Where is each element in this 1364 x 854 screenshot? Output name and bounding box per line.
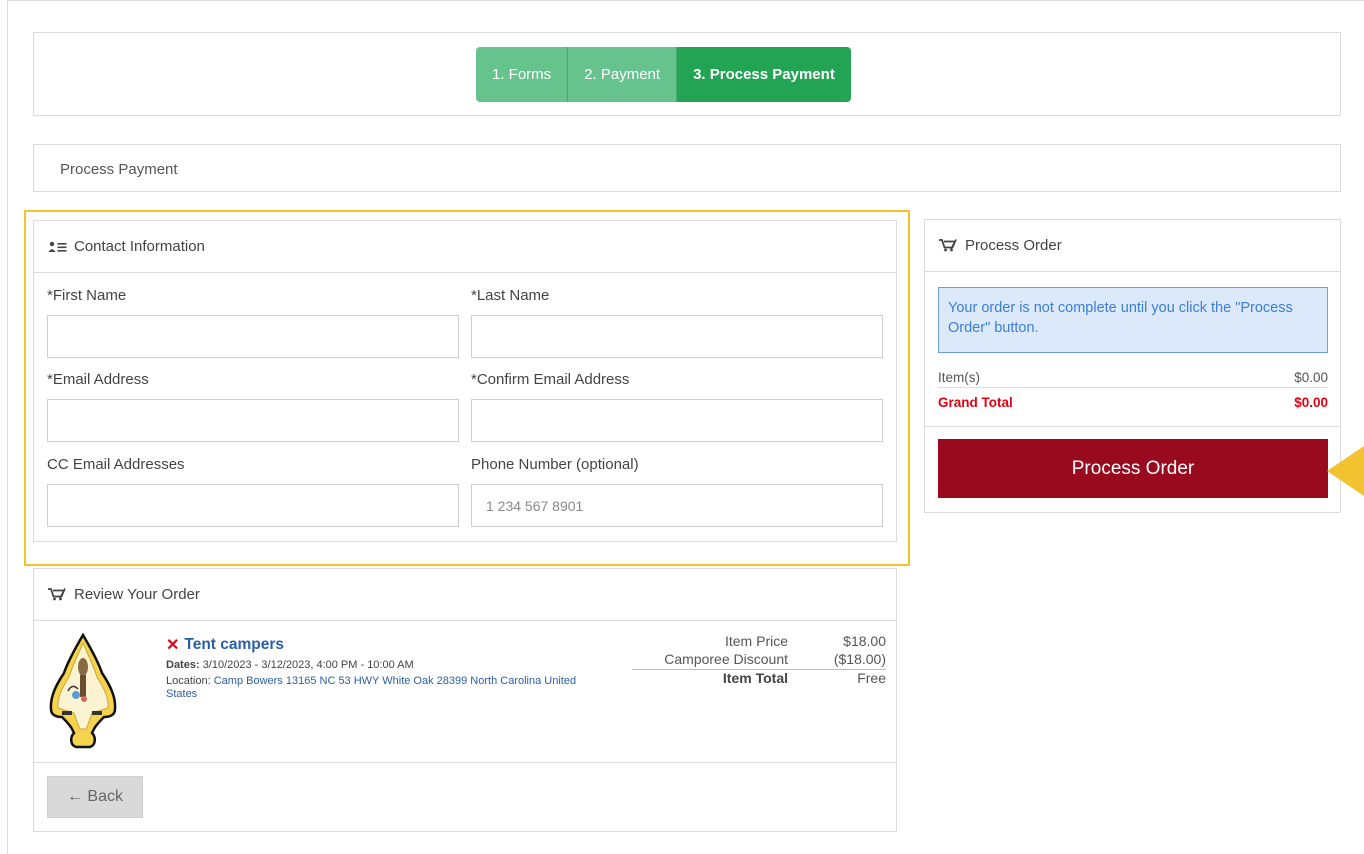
breadcrumb-text: Process Payment [60,161,178,178]
grand-total-row: Grand Total $0.00 [938,395,1328,410]
location-value[interactable]: Camp Bowers 13165 NC 53 HWY White Oak 28… [166,675,576,700]
process-order-panel: Process Order Your order is not complete… [924,219,1341,513]
order-panel-header: Process Order [925,220,1340,272]
event-patch-image [49,633,117,749]
items-value: $0.00 [1294,370,1328,385]
contact-panel-title: Contact Information [74,238,205,255]
discount-label: Camporee Discount [664,651,788,667]
location-label: Location: [166,675,211,687]
step-process-payment[interactable]: 3. Process Payment [677,47,851,102]
cc-email-input[interactable] [47,484,459,527]
phone-label: Phone Number (optional) [471,456,639,473]
order-panel-title: Process Order [965,237,1062,254]
discount-row: Camporee Discount ($18.00) [632,651,886,669]
cc-email-label: CC Email Addresses [47,456,185,473]
cart-icon [48,588,68,602]
first-name-input[interactable] [47,315,459,358]
contact-panel-header: Contact Information [34,221,896,273]
item-price-table: Item Price $18.00 Camporee Discount ($18… [632,633,886,687]
first-name-label: *First Name [47,287,127,304]
email-label: *Email Address [47,371,149,388]
breadcrumb: Process Payment [33,144,1341,192]
checkout-steps-panel: 1. Forms 2. Payment 3. Process Payment [33,32,1341,116]
price-label: Item Price [724,633,788,649]
price-row: Item Price $18.00 [632,633,886,651]
checkout-steps: 1. Forms 2. Payment 3. Process Payment [476,47,851,102]
grand-total-value: $0.00 [1294,395,1328,410]
order-line-item: ✕ Tent campers Dates: 3/10/2023 - 3/12/2… [34,621,896,763]
items-label: Item(s) [938,370,980,385]
review-order-panel: Review Your Order ✕ Tent campers Dates: … [33,568,897,832]
highlight-pointer-arrow [1327,446,1364,496]
back-button[interactable]: ← Back [47,776,143,818]
item-total-label: Item Total [722,670,788,686]
contact-card-icon [48,240,68,254]
grand-total-label: Grand Total [938,395,1013,410]
dates-value: 3/10/2023 - 3/12/2023, 4:00 PM - 10:00 A… [202,659,414,671]
confirm-email-input[interactable] [471,399,883,442]
item-title[interactable]: ✕ Tent campers [166,635,284,655]
item-total-value: Free [857,670,886,686]
step-forms[interactable]: 1. Forms [476,47,569,102]
order-divider [925,426,1340,427]
item-location: Location: Camp Bowers 13165 NC 53 HWY Wh… [166,675,606,701]
contact-information-panel: Contact Information *First Name *Last Na… [33,220,897,542]
email-input[interactable] [47,399,459,442]
phone-input[interactable] [471,484,883,527]
review-panel-header: Review Your Order [34,569,896,621]
order-incomplete-notice: Your order is not complete until you cli… [938,287,1328,353]
step-payment[interactable]: 2. Payment [568,47,678,102]
item-title-text[interactable]: Tent campers [184,636,284,654]
confirm-email-label: *Confirm Email Address [471,371,630,388]
last-name-input[interactable] [471,315,883,358]
review-panel-title: Review Your Order [74,586,200,603]
cart-icon [939,239,959,253]
price-value: $18.00 [843,633,886,649]
item-total-row: Item Total Free [632,669,886,687]
dates-label: Dates: [166,659,200,671]
discount-value: ($18.00) [833,651,886,667]
items-subtotal-row: Item(s) $0.00 [938,370,1328,388]
last-name-label: *Last Name [471,287,550,304]
remove-item-icon[interactable]: ✕ [166,635,179,655]
process-order-button[interactable]: Process Order [938,439,1328,498]
item-dates: Dates: 3/10/2023 - 3/12/2023, 4:00 PM - … [166,659,414,671]
